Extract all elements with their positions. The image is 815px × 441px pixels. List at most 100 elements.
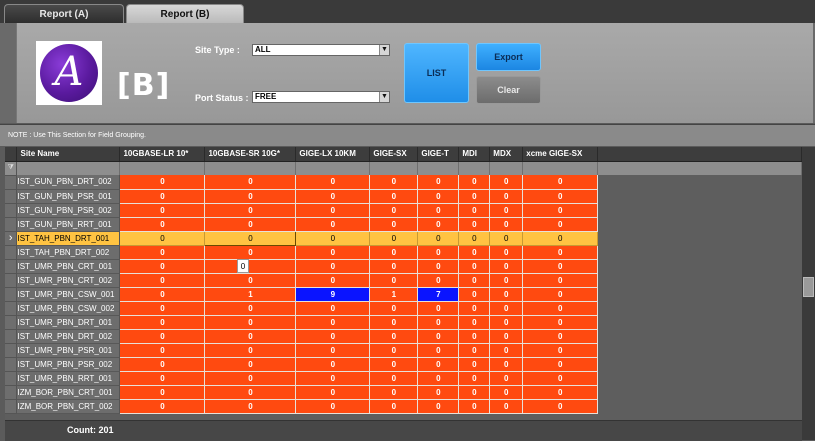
port-count-cell[interactable]: 0 (295, 301, 371, 316)
port-count-cell[interactable]: 0 (369, 175, 419, 190)
list-button[interactable]: LIST (404, 43, 469, 103)
row-indicator[interactable] (5, 287, 18, 302)
port-count-cell[interactable]: 0 (417, 371, 460, 386)
selected-row-arrow-icon[interactable]: › (5, 231, 18, 246)
filter-cell[interactable] (417, 161, 460, 175)
port-count-cell[interactable]: 0 (204, 357, 297, 372)
port-count-cell[interactable]: 0 (522, 301, 599, 316)
port-count-cell[interactable]: 0 (369, 203, 419, 218)
port-count-cell[interactable]: 0 (522, 399, 599, 414)
port-count-cell[interactable]: 0 (204, 230, 297, 246)
port-count-cell[interactable]: 0 (417, 273, 460, 288)
port-count-cell[interactable]: 0 (522, 343, 599, 358)
port-count-cell[interactable]: 0 (458, 399, 491, 414)
port-count-cell[interactable]: 0 (204, 301, 297, 316)
port-count-cell[interactable]: 0 (522, 175, 599, 190)
site-name-cell[interactable]: IST_UMR_PBN_PSR_001 (16, 343, 121, 358)
port-count-cell[interactable]: 0 (522, 371, 599, 386)
port-count-cell[interactable]: 0 (119, 315, 206, 330)
filter-cell[interactable] (489, 161, 524, 175)
site-name-cell[interactable]: IST_UMR_PBN_CRT_002 (16, 273, 121, 288)
port-count-cell[interactable]: 0 (458, 357, 491, 372)
column-header[interactable]: MDI (458, 147, 491, 162)
port-count-cell[interactable]: 0 (458, 189, 491, 204)
filter-cell[interactable] (119, 161, 206, 175)
port-count-cell[interactable]: 0 (489, 329, 524, 344)
site-name-cell[interactable]: IST_UMR_PBN_CSW_002 (16, 301, 121, 316)
port-count-cell[interactable]: 0 (417, 175, 460, 190)
row-indicator[interactable] (5, 217, 18, 232)
port-count-cell[interactable]: 0 (369, 329, 419, 344)
site-name-cell[interactable]: IST_GUN_PBN_PSR_001 (16, 189, 121, 204)
port-count-cell[interactable]: 0 (119, 259, 206, 274)
port-count-cell[interactable]: 0 (522, 203, 599, 218)
table-row[interactable]: IST_UMR_PBN_CSW_001 0 1 9 1 7 0 0 0 (5, 287, 802, 302)
port-count-cell[interactable]: 0 (489, 259, 524, 274)
port-count-cell[interactable]: 0 (522, 385, 599, 400)
chevron-down-icon[interactable]: ▼ (379, 92, 389, 102)
port-count-cell[interactable]: 0 (369, 259, 419, 274)
port-count-cell[interactable]: 0 (489, 175, 524, 190)
port-count-cell[interactable]: 0 (522, 231, 599, 246)
filter-cell[interactable] (295, 161, 371, 175)
port-count-cell[interactable]: 0 (369, 189, 419, 204)
port-count-cell[interactable]: 0 (522, 189, 599, 204)
site-type-select[interactable]: ALL ▼ (252, 44, 390, 56)
table-row[interactable]: IST_UMR_PBN_DRT_002 0 0 0 0 0 0 0 0 (5, 329, 802, 344)
port-count-cell[interactable]: 0 (119, 245, 206, 260)
table-row[interactable]: IST_UMR_PBN_DRT_001 0 0 0 0 0 0 0 0 (5, 315, 802, 330)
filter-cell[interactable] (204, 161, 297, 175)
port-count-cell[interactable]: 0 (489, 301, 524, 316)
row-indicator[interactable] (5, 357, 18, 372)
site-name-cell[interactable]: IST_UMR_PBN_CRT_001 (16, 259, 121, 274)
port-count-cell[interactable]: 0 (295, 329, 371, 344)
port-count-cell[interactable]: 0 (458, 287, 491, 302)
port-count-cell[interactable]: 7 (417, 287, 460, 302)
port-count-cell[interactable]: 0 (489, 371, 524, 386)
port-count-cell[interactable]: 0 (369, 357, 419, 372)
column-header[interactable]: GIGE-SX (369, 147, 419, 162)
port-count-cell[interactable]: 0 (119, 175, 206, 190)
port-count-cell[interactable]: 0 (119, 371, 206, 386)
port-count-cell[interactable]: 0 (458, 273, 491, 288)
port-count-cell[interactable]: 0 (522, 273, 599, 288)
row-indicator[interactable] (5, 259, 18, 274)
column-header[interactable]: 10GBASE-LR 10* (119, 147, 206, 162)
site-name-cell[interactable]: IST_TAH_PBN_DRT_002 (16, 245, 121, 260)
tab-report-b[interactable]: Report (B) (126, 4, 244, 24)
row-indicator[interactable] (5, 301, 18, 316)
port-count-cell[interactable]: 0 (458, 371, 491, 386)
port-count-cell[interactable]: 0 (295, 231, 371, 246)
row-indicator[interactable] (5, 175, 18, 190)
scrollbar-thumb[interactable] (803, 277, 814, 297)
port-count-cell[interactable]: 0 (522, 315, 599, 330)
port-count-cell[interactable]: 0 (295, 217, 371, 232)
site-name-cell[interactable]: IST_UMR_PBN_DRT_002 (16, 329, 121, 344)
port-count-cell[interactable]: 0 (204, 203, 297, 218)
port-count-cell[interactable]: 0 (458, 217, 491, 232)
port-count-cell[interactable]: 0 (369, 371, 419, 386)
site-name-cell[interactable]: IST_GUN_PBN_PSR_002 (16, 203, 121, 218)
column-header[interactable]: GIGE-T (417, 147, 460, 162)
filter-cell[interactable] (522, 161, 599, 175)
table-row[interactable]: IZM_BOR_PBN_CRT_001 0 0 0 0 0 0 0 0 (5, 385, 802, 400)
port-count-cell[interactable]: 0 (295, 357, 371, 372)
port-count-cell[interactable]: 0 (295, 315, 371, 330)
tab-report-a[interactable]: Report (A) (4, 4, 124, 24)
table-row[interactable]: IST_GUN_PBN_PSR_002 0 0 0 0 0 0 0 0 (5, 203, 802, 218)
port-count-cell[interactable]: 0 (369, 245, 419, 260)
chevron-down-icon[interactable]: ▼ (379, 45, 389, 55)
port-count-cell[interactable]: 0 (295, 273, 371, 288)
port-count-cell[interactable]: 0 (119, 343, 206, 358)
port-count-cell[interactable]: 0 (458, 385, 491, 400)
port-count-cell[interactable]: 0 (522, 287, 599, 302)
port-count-cell[interactable]: 0 (489, 399, 524, 414)
row-indicator[interactable] (5, 245, 18, 260)
port-count-cell[interactable]: 0 (489, 203, 524, 218)
port-count-cell[interactable]: 0 (119, 385, 206, 400)
site-name-cell[interactable]: IST_GUN_PBN_DRT_002 (16, 175, 121, 190)
port-status-select[interactable]: FREE ▼ (252, 91, 390, 103)
port-count-cell[interactable]: 0 (204, 245, 297, 260)
port-count-cell[interactable]: 0 (489, 245, 524, 260)
port-count-cell[interactable]: 0 (204, 189, 297, 204)
